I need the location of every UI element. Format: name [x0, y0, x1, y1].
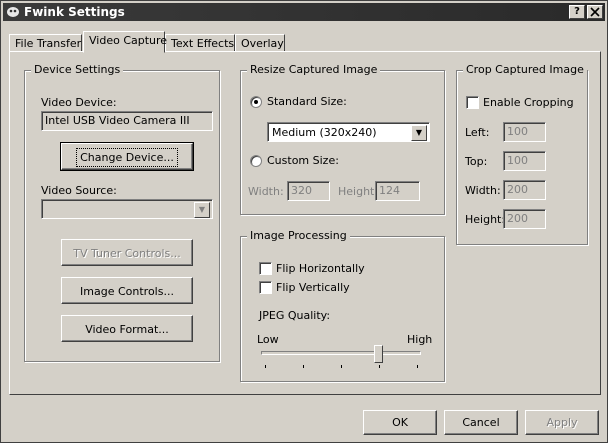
video-source-select[interactable]: ▼	[41, 199, 213, 219]
crop-image-legend: Crop Captured Image	[463, 63, 587, 76]
video-device-field: Intel USB Video Camera III	[41, 111, 213, 131]
crop-width-label: Width:	[465, 184, 501, 197]
video-format-button[interactable]: Video Format...	[61, 315, 193, 342]
flip-horizontally-checkbox[interactable]	[259, 262, 272, 275]
crop-left-label: Left:	[465, 126, 490, 139]
custom-width-field[interactable]: 320	[287, 181, 330, 201]
crop-top-label: Top:	[465, 155, 488, 168]
custom-size-radio[interactable]	[250, 155, 262, 167]
custom-height-label: Height:	[338, 185, 379, 198]
change-device-button[interactable]: Change Device...	[60, 142, 194, 171]
jpeg-quality-label: JPEG Quality:	[259, 309, 331, 322]
apply-button[interactable]: Apply	[525, 410, 599, 435]
tab-video-capture[interactable]: Video Capture	[83, 31, 167, 53]
tab-panel-video-capture: Device Settings Video Device: Intel USB …	[9, 51, 601, 395]
crop-left-field[interactable]: 100	[503, 122, 546, 142]
slider-tick	[417, 365, 418, 368]
slider-tick	[379, 365, 380, 368]
standard-size-label[interactable]: Standard Size:	[267, 95, 347, 108]
standard-size-radio[interactable]	[250, 96, 262, 108]
custom-height-field[interactable]: 124	[375, 181, 420, 201]
slider-tick	[265, 365, 266, 368]
crop-image-group: Crop Captured Image Enable Cropping Left…	[456, 63, 588, 245]
standard-size-value: Medium (320x240)	[272, 126, 377, 139]
device-settings-group: Device Settings Video Device: Intel USB …	[24, 63, 220, 362]
video-source-label: Video Source:	[41, 184, 117, 197]
cancel-button[interactable]: Cancel	[444, 410, 518, 435]
image-processing-legend: Image Processing	[247, 229, 350, 242]
chevron-down-icon[interactable]: ▼	[194, 202, 210, 218]
help-button[interactable]: ?	[569, 5, 585, 19]
crop-top-field[interactable]: 100	[503, 151, 546, 171]
image-processing-group: Image Processing Flip Horizontally Flip …	[240, 229, 445, 382]
settings-window: Fwink Settings ? File Transfer Video Cap…	[0, 0, 608, 443]
flip-vertically-label[interactable]: Flip Vertically	[276, 281, 350, 294]
slider-tick	[341, 365, 342, 368]
flip-horizontally-label[interactable]: Flip Horizontally	[276, 262, 365, 275]
jpeg-quality-slider[interactable]	[261, 345, 421, 369]
enable-cropping-checkbox[interactable]	[466, 96, 479, 109]
crop-height-field[interactable]: 200	[503, 209, 546, 229]
crop-width-field[interactable]: 200	[503, 180, 546, 200]
app-logo-icon	[7, 7, 19, 17]
slider-tick	[303, 365, 304, 368]
resize-image-legend: Resize Captured Image	[247, 63, 381, 76]
enable-cropping-label[interactable]: Enable Cropping	[483, 96, 574, 109]
ok-button[interactable]: OK	[363, 410, 437, 435]
custom-width-label: Width:	[248, 185, 284, 198]
chevron-down-icon[interactable]: ▼	[411, 125, 427, 141]
radio-selected-dot	[254, 100, 258, 104]
flip-vertically-checkbox[interactable]	[259, 281, 272, 294]
crop-height-label: Height:	[465, 213, 506, 226]
close-icon	[590, 7, 600, 17]
close-button[interactable]	[587, 5, 603, 19]
title-bar[interactable]: Fwink Settings ?	[3, 3, 605, 21]
resize-image-group: Resize Captured Image Standard Size: Med…	[240, 63, 445, 215]
tv-tuner-controls-button[interactable]: TV Tuner Controls...	[61, 239, 193, 266]
video-device-label: Video Device:	[41, 96, 117, 109]
window-title: Fwink Settings	[24, 5, 125, 19]
device-settings-legend: Device Settings	[31, 63, 124, 76]
image-controls-button[interactable]: Image Controls...	[61, 277, 193, 304]
standard-size-select[interactable]: Medium (320x240) ▼	[267, 122, 430, 142]
slider-track	[261, 351, 421, 355]
custom-size-label[interactable]: Custom Size:	[267, 154, 339, 167]
change-device-label: Change Device...	[76, 148, 178, 167]
slider-thumb[interactable]	[374, 345, 383, 363]
